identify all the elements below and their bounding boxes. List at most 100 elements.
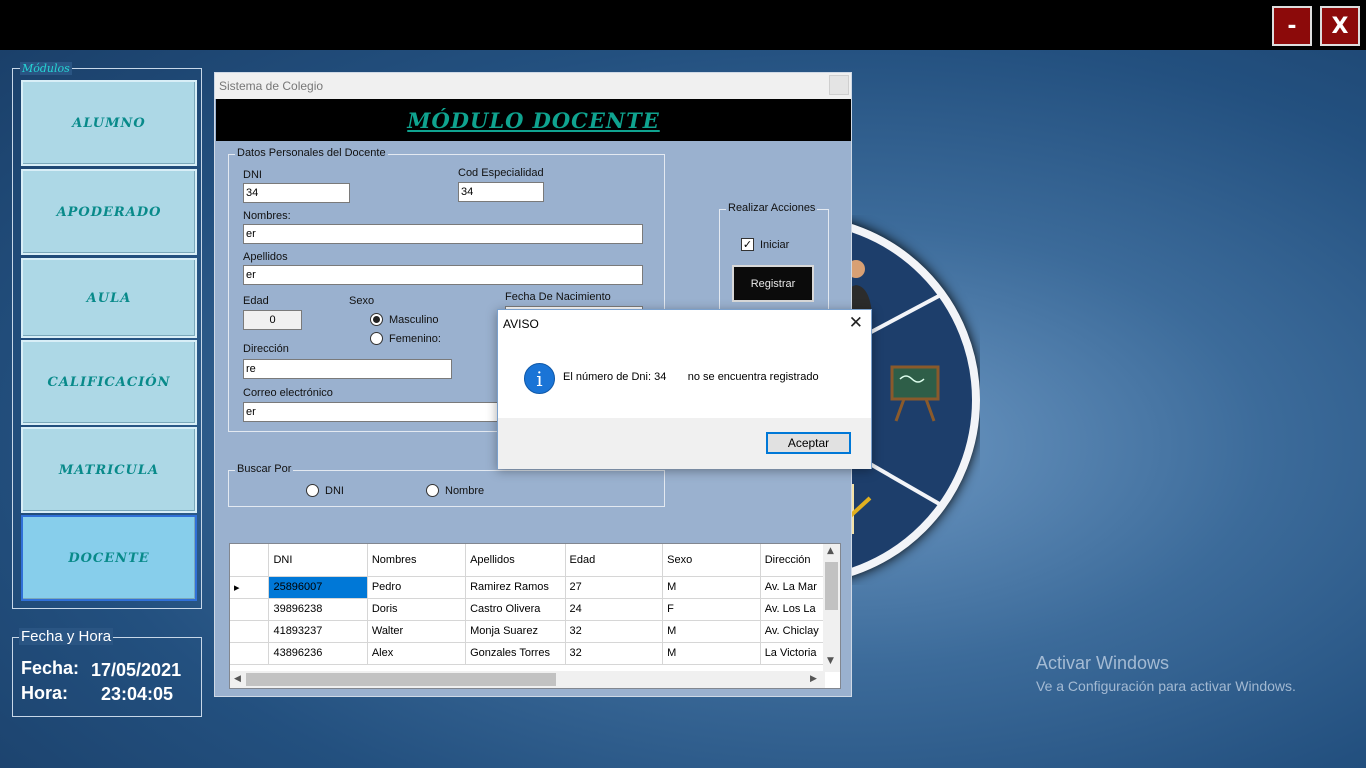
table-cell[interactable]: M: [662, 576, 761, 599]
scroll-left-icon[interactable]: ◀: [234, 674, 241, 684]
search-nombre-label: Nombre: [445, 485, 485, 497]
registrar-button[interactable]: Registrar: [732, 265, 814, 302]
current-row-icon: ▸: [230, 576, 270, 599]
dni-field[interactable]: 34: [243, 183, 350, 203]
masculino-radio[interactable]: [370, 313, 383, 326]
fecha-value: 17/05/2021: [91, 660, 182, 680]
close-button[interactable]: X: [1320, 6, 1360, 46]
table-cell[interactable]: Ramirez Ramos: [465, 576, 566, 599]
scroll-down-icon[interactable]: ▼: [827, 656, 834, 666]
search-nombre-radio[interactable]: [426, 484, 439, 497]
scroll-right-icon[interactable]: ▶: [810, 674, 817, 684]
table-cell[interactable]: 41893237: [268, 620, 368, 643]
vertical-scroll-thumb[interactable]: [825, 562, 838, 610]
femenino-radio[interactable]: [370, 332, 383, 345]
fecha-nacimiento-label: Fecha De Nacimiento: [505, 291, 611, 303]
table-cell[interactable]: Castro Olivera: [465, 598, 566, 621]
edad-label: Edad: [243, 295, 269, 307]
activate-windows-subtitle: Ve a Configuración para activar Windows.: [1036, 678, 1296, 694]
info-icon: i: [524, 363, 555, 394]
cod-especialidad-label: Cod Especialidad: [458, 167, 544, 179]
datetime-panel: Fecha y Hora Fecha: 17/05/2021 Hora: 23:…: [12, 628, 202, 717]
table-cell[interactable]: Monja Suarez: [465, 620, 566, 643]
table-cell[interactable]: Walter: [367, 620, 467, 643]
scroll-up-icon[interactable]: ▲: [827, 546, 834, 556]
module-button-apoderado[interactable]: APODERADO: [21, 169, 197, 255]
iniciar-checkbox[interactable]: ✓: [741, 238, 754, 251]
table-cell[interactable]: 32: [565, 620, 664, 643]
grid-header-row: DNI Nombres Apellidos Edad Sexo Direcció…: [230, 544, 840, 577]
docentes-table: DNI Nombres Apellidos Edad Sexo Direcció…: [230, 544, 840, 665]
modules-panel: Módulos ALUMNO APODERADO AULA CALIFICACI…: [12, 62, 202, 609]
row-header[interactable]: [230, 598, 270, 621]
nombres-field[interactable]: er: [243, 224, 643, 244]
table-cell[interactable]: M: [662, 620, 761, 643]
table-cell[interactable]: Pedro: [367, 576, 467, 599]
search-dni-label: DNI: [325, 485, 344, 497]
femenino-label: Femenino:: [389, 333, 441, 345]
module-button-docente[interactable]: DOCENTE: [21, 515, 197, 601]
sexo-label: Sexo: [349, 295, 375, 307]
minimize-button[interactable]: -: [1272, 6, 1312, 46]
apellidos-label: Apellidos: [243, 251, 288, 263]
activate-windows-title: Activar Windows: [1036, 653, 1170, 673]
dialog-title: AVISO: [503, 317, 539, 331]
form-window-button[interactable]: [829, 75, 849, 95]
column-header-sexo[interactable]: Sexo: [662, 544, 761, 577]
table-cell[interactable]: F: [662, 598, 761, 621]
search-dni-radio[interactable]: [306, 484, 319, 497]
dialog-footer: Aceptar: [498, 418, 871, 469]
search-group: Buscar Por DNI Nombre: [228, 463, 665, 507]
dialog-close-icon[interactable]: ✕: [849, 313, 863, 333]
actions-legend: Realizar Acciones: [726, 202, 818, 214]
table-row[interactable]: ▸ 25896007 Pedro Ramirez Ramos 27 M Av. …: [230, 576, 840, 599]
direccion-field[interactable]: re: [243, 359, 452, 379]
column-header-dni[interactable]: DNI: [268, 544, 368, 577]
aceptar-button[interactable]: Aceptar: [766, 432, 851, 454]
table-cell[interactable]: 25896007: [268, 576, 368, 599]
nombres-label: Nombres:: [243, 210, 291, 222]
apellidos-field[interactable]: er: [243, 265, 643, 285]
table-cell[interactable]: Gonzales Torres: [465, 642, 566, 665]
cod-especialidad-field[interactable]: 34: [458, 182, 544, 202]
module-title: MÓDULO DOCENTE: [407, 107, 660, 133]
horizontal-scrollbar[interactable]: ◀ ▶: [230, 671, 825, 688]
form-titlebar: Sistema de Colegio: [215, 73, 851, 99]
row-header-corner: [230, 544, 270, 577]
datetime-legend: Fecha y Hora: [19, 628, 114, 645]
modules-legend: Módulos: [20, 62, 72, 75]
table-cell[interactable]: 27: [565, 576, 664, 599]
horizontal-scroll-thumb[interactable]: [246, 673, 556, 686]
chalkboard-icon: [890, 365, 940, 422]
table-row[interactable]: 43896236 Alex Gonzales Torres 32 M La Vi…: [230, 642, 840, 665]
table-cell[interactable]: 32: [565, 642, 664, 665]
column-header-edad[interactable]: Edad: [565, 544, 664, 577]
row-header[interactable]: [230, 642, 270, 665]
dialog-message: El número de Dni: 34 no se encuentra reg…: [563, 371, 819, 383]
vertical-scrollbar[interactable]: ▲ ▼: [823, 544, 840, 672]
form-window-title: Sistema de Colegio: [219, 79, 324, 93]
module-banner: MÓDULO DOCENTE: [216, 99, 851, 141]
column-header-nombres[interactable]: Nombres: [367, 544, 467, 577]
module-button-alumno[interactable]: ALUMNO: [21, 80, 197, 166]
personal-data-legend: Datos Personales del Docente: [235, 147, 388, 159]
table-cell[interactable]: 39896238: [268, 598, 368, 621]
module-button-aula[interactable]: AULA: [21, 258, 197, 338]
table-cell[interactable]: 43896236: [268, 642, 368, 665]
column-header-apellidos[interactable]: Apellidos: [465, 544, 566, 577]
table-row[interactable]: 41893237 Walter Monja Suarez 32 M Av. Ch…: [230, 620, 840, 643]
top-bar: - X: [0, 0, 1366, 50]
table-cell[interactable]: Doris: [367, 598, 467, 621]
module-button-calificacion[interactable]: CALIFICACIÓN: [21, 340, 197, 425]
table-cell[interactable]: Alex: [367, 642, 467, 665]
module-button-matricula[interactable]: MATRICULA: [21, 427, 197, 513]
hora-value: 23:04:05: [101, 684, 174, 704]
table-cell[interactable]: 24: [565, 598, 664, 621]
table-row[interactable]: 39896238 Doris Castro Olivera 24 F Av. L…: [230, 598, 840, 621]
row-header[interactable]: [230, 620, 270, 643]
fecha-label: Fecha:: [21, 658, 80, 678]
docentes-grid[interactable]: DNI Nombres Apellidos Edad Sexo Direcció…: [229, 543, 841, 689]
direccion-label: Dirección: [243, 343, 289, 355]
edad-field[interactable]: 0: [243, 310, 302, 330]
table-cell[interactable]: M: [662, 642, 761, 665]
